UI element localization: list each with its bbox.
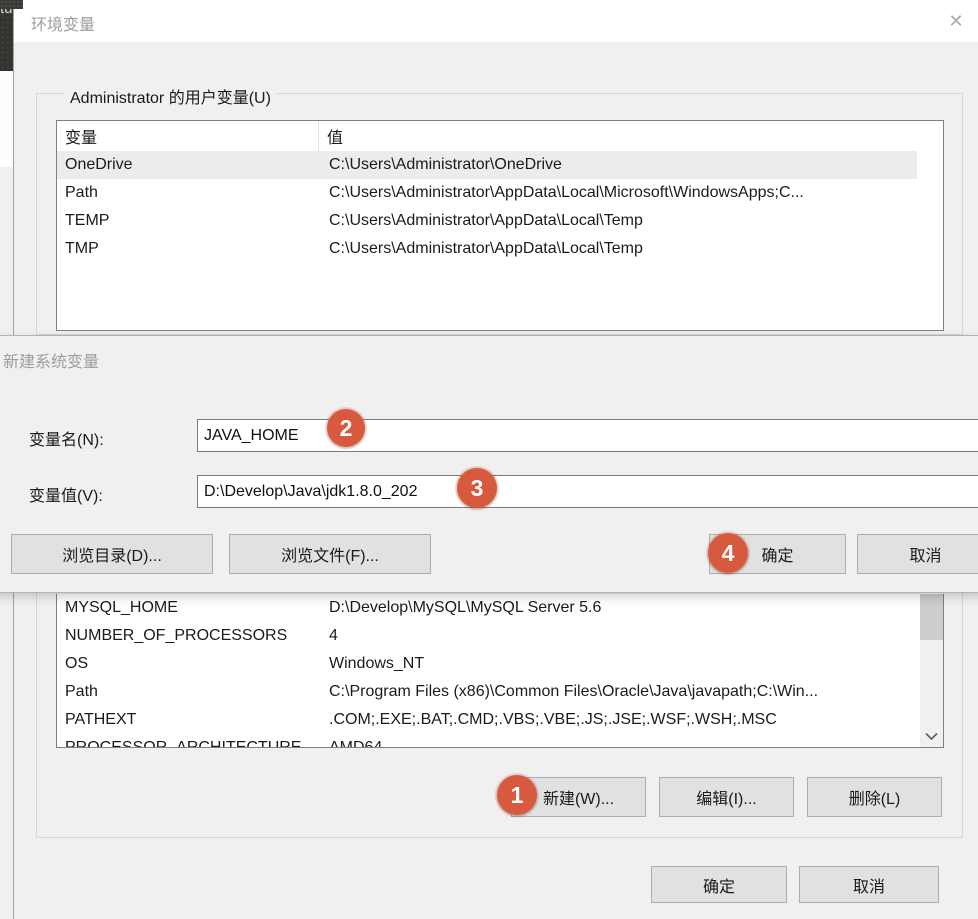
- variable-value-cell: 4: [319, 627, 917, 645]
- system-variables-table: MYSQL_HOME D:\Develop\MySQL\MySQL Server…: [56, 594, 944, 748]
- variable-name-cell: TMP: [57, 240, 319, 258]
- desktop-wallpaper-fragment: [0, 0, 23, 9]
- variable-value-cell: AMD64: [319, 739, 917, 748]
- dialog-title: 新建系统变量: [3, 348, 99, 372]
- variable-name-cell: PATHEXT: [57, 711, 319, 729]
- ok-button[interactable]: 确定: [651, 866, 787, 903]
- variable-name-cell: NUMBER_OF_PROCESSORS: [57, 627, 319, 645]
- variable-name-input[interactable]: [197, 419, 978, 452]
- variable-value-cell: C:\Users\Administrator\AppData\Local\Mic…: [319, 184, 917, 202]
- browse-directory-button[interactable]: 浏览目录(D)...: [11, 534, 213, 574]
- close-button[interactable]: ✕: [940, 6, 972, 36]
- vertical-scrollbar[interactable]: [920, 594, 943, 747]
- scroll-down-button[interactable]: [920, 725, 943, 747]
- table-row[interactable]: OneDrive C:\Users\Administrator\OneDrive: [57, 151, 917, 179]
- close-icon: ✕: [948, 12, 963, 30]
- table-row[interactable]: PROCESSOR_ARCHITECTURE AMD64: [57, 734, 917, 748]
- variable-name-cell: PROCESSOR_ARCHITECTURE: [57, 739, 319, 748]
- variable-value-cell: D:\Develop\MySQL\MySQL Server 5.6: [319, 599, 917, 617]
- variable-name-label: 变量名(N):: [29, 426, 104, 450]
- variable-value-label: 变量值(V):: [29, 482, 103, 506]
- annotation-step-1: 1: [497, 775, 537, 815]
- variable-value-cell: C:\Users\Administrator\OneDrive: [319, 156, 917, 174]
- table-row[interactable]: MYSQL_HOME D:\Develop\MySQL\MySQL Server…: [57, 594, 917, 622]
- annotation-step-3: 3: [457, 468, 497, 508]
- column-header-variable[interactable]: 变量: [57, 121, 319, 151]
- delete-variable-button[interactable]: 删除(L): [807, 777, 942, 817]
- table-row[interactable]: TMP C:\Users\Administrator\AppData\Local…: [57, 235, 917, 263]
- variable-value-cell: C:\Users\Administrator\AppData\Local\Tem…: [319, 212, 917, 230]
- variable-name-cell: Path: [57, 184, 319, 202]
- table-row[interactable]: NUMBER_OF_PROCESSORS 4: [57, 622, 917, 650]
- variable-value-cell: Windows_NT: [319, 655, 917, 673]
- variable-value-input[interactable]: [197, 475, 978, 508]
- chevron-down-icon: [925, 732, 938, 741]
- edit-variable-button[interactable]: 编辑(I)...: [659, 777, 794, 817]
- user-variables-table: 变量 值 OneDrive C:\Users\Administrator\One…: [56, 120, 944, 331]
- table-row[interactable]: Path C:\Program Files (x86)\Common Files…: [57, 678, 917, 706]
- dialog-title: 环境变量: [31, 11, 95, 35]
- cancel-button[interactable]: 取消: [857, 534, 978, 574]
- variable-value-cell: .COM;.EXE;.BAT;.CMD;.VBS;.VBE;.JS;.JSE;.…: [319, 711, 917, 729]
- column-header-value[interactable]: 值: [319, 124, 943, 148]
- variable-name-cell: MYSQL_HOME: [57, 599, 319, 617]
- screenshot-root: 理员 , tu 环境变量 ✕ Administrator 的用户变量(U) 变量…: [0, 0, 978, 919]
- table-row[interactable]: TEMP C:\Users\Administrator\AppData\Loca…: [57, 207, 917, 235]
- variable-name-cell: OneDrive: [57, 156, 319, 174]
- variable-name-cell: OS: [57, 655, 319, 673]
- scrollbar-thumb[interactable]: [920, 594, 943, 640]
- table-header: 变量 值: [57, 121, 943, 151]
- variable-name-cell: Path: [57, 683, 319, 701]
- browse-file-button[interactable]: 浏览文件(F)...: [229, 534, 431, 574]
- variable-value-cell: C:\Program Files (x86)\Common Files\Orac…: [319, 683, 917, 701]
- dialog-titlebar[interactable]: 环境变量 ✕: [14, 0, 978, 42]
- table-row[interactable]: Path C:\Users\Administrator\AppData\Loca…: [57, 179, 917, 207]
- table-row[interactable]: PATHEXT .COM;.EXE;.BAT;.CMD;.VBS;.VBE;.J…: [57, 706, 917, 734]
- variable-value-cell: C:\Users\Administrator\AppData\Local\Tem…: [319, 240, 917, 258]
- cancel-button[interactable]: 取消: [799, 866, 939, 903]
- variable-name-cell: TEMP: [57, 212, 319, 230]
- new-system-variable-dialog: 新建系统变量 变量名(N): 变量值(V): 浏览目录(D)... 浏览文件(F…: [0, 335, 978, 593]
- user-variables-group-label: Administrator 的用户变量(U): [65, 84, 276, 108]
- annotation-step-2: 2: [327, 409, 365, 447]
- table-row[interactable]: OS Windows_NT: [57, 650, 917, 678]
- annotation-step-4: 4: [708, 533, 748, 573]
